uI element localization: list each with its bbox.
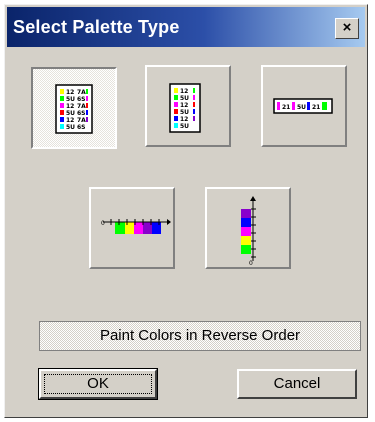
list-entry-label: 12 <box>66 117 74 124</box>
dialog-title: Select Palette Type <box>13 17 180 37</box>
palette-tile-horizontal-colorbar[interactable]: 0 <box>89 187 175 269</box>
strip-entry-label: 21 <box>312 104 320 111</box>
title-bar[interactable]: Select Palette Type × <box>7 7 365 47</box>
list-entry-label: 12 <box>66 89 74 96</box>
list-entry-label: 12 <box>180 102 188 109</box>
axis-origin-label: 0 <box>101 220 105 227</box>
close-button[interactable]: × <box>335 18 359 39</box>
palette-tile-vertical-colorbar[interactable]: 0 <box>205 187 291 269</box>
list-entry-label: 6S <box>77 124 86 131</box>
list-entry-label: 7A <box>77 103 86 110</box>
list-entry-label: 7A <box>77 117 86 124</box>
list-entry-label: 5U <box>180 109 189 116</box>
vertical-colorbar-icon: 0 <box>241 196 256 267</box>
palette-tile-horizontal-strip[interactable]: 21 5U 21 <box>261 65 347 147</box>
list-entry-label: 6S <box>77 96 86 103</box>
list-entry-label: 5U <box>180 95 189 102</box>
palette-tile-two-column-list[interactable]: 12 7A 5U 6S 12 7A 5U 6S 12 7A 5U 6S <box>31 67 117 149</box>
cancel-label: Cancel <box>273 375 321 392</box>
ok-label: OK <box>87 375 109 392</box>
ok-button[interactable]: OK <box>38 368 158 400</box>
strip-entry-label: 5U <box>297 104 306 111</box>
list-entry-label: 5U <box>66 96 75 103</box>
horizontal-strip-icon: 21 5U 21 <box>273 98 333 114</box>
list-entry-label: 12 <box>66 103 74 110</box>
single-column-list-icon: 12 5U 12 5U 12 5U <box>169 83 201 133</box>
list-entry-label: 5U <box>180 123 189 130</box>
reverse-order-label: Paint Colors in Reverse Order <box>99 327 301 344</box>
list-entry-label: 5U <box>66 124 75 131</box>
two-column-list-icon: 12 7A 5U 6S 12 7A 5U 6S 12 7A 5U 6S <box>55 84 93 134</box>
list-entry-label: 12 <box>180 116 188 123</box>
axis-origin-label: 0 <box>249 260 253 267</box>
list-entry-label: 6S <box>77 110 86 117</box>
palette-tile-single-column-list[interactable]: 12 5U 12 5U 12 5U <box>145 65 231 147</box>
cancel-button[interactable]: Cancel <box>237 369 357 399</box>
list-entry-label: 7A <box>77 89 86 96</box>
reverse-order-button[interactable]: Paint Colors in Reverse Order <box>39 321 361 351</box>
palette-type-dialog: Select Palette Type × 12 7A 5U 6S 12 7A 5U 6… <box>4 4 368 418</box>
horizontal-colorbar-icon: 0 <box>101 219 171 234</box>
list-entry-label: 5U <box>66 110 75 117</box>
strip-entry-label: 21 <box>282 104 290 111</box>
close-icon: × <box>342 19 352 36</box>
list-entry-label: 12 <box>180 88 188 95</box>
